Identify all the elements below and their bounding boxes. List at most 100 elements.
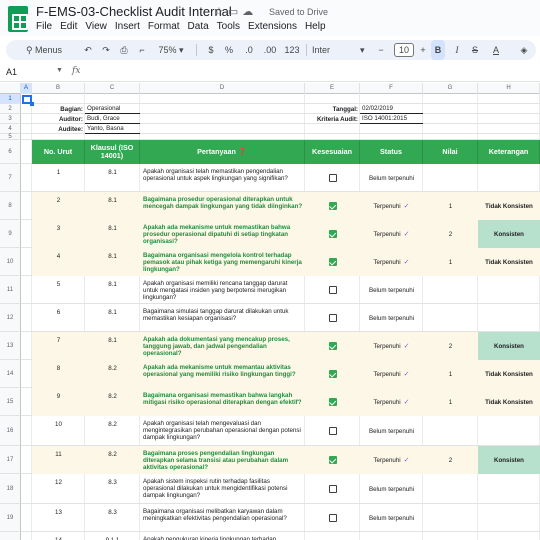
column-header-d[interactable]: D xyxy=(140,83,305,94)
row-klausul[interactable]: 8.2 xyxy=(85,416,140,446)
row-klausul[interactable]: 8.2 xyxy=(85,446,140,474)
header-klausul[interactable]: Klausul (ISO 14001) xyxy=(85,140,140,164)
menu-file[interactable]: File xyxy=(36,21,52,32)
kesesuaian-cell[interactable] xyxy=(305,416,360,446)
nilai-cell[interactable] xyxy=(423,416,478,446)
keterangan-cell[interactable] xyxy=(478,304,540,332)
row-number[interactable]: 9 xyxy=(32,388,85,416)
italic-button[interactable]: I xyxy=(452,40,462,60)
percent-format-button[interactable]: % xyxy=(224,40,234,60)
kesesuaian-cell[interactable] xyxy=(305,474,360,504)
row-klausul[interactable]: 8.1 xyxy=(85,304,140,332)
kesesuaian-cell[interactable] xyxy=(305,276,360,304)
kesesuaian-cell[interactable] xyxy=(305,532,360,540)
status-cell[interactable]: Belum terpenuhi xyxy=(360,164,423,192)
info-value[interactable]: Yanto, Basna xyxy=(85,124,140,134)
row-question[interactable]: Apakah organisasi telah memastikan penge… xyxy=(140,164,305,192)
row-header[interactable]: 3 xyxy=(0,114,21,124)
print-icon[interactable]: ⎙ xyxy=(118,40,130,60)
move-icon[interactable]: ▭ xyxy=(228,6,238,18)
status-cell[interactable]: Belum terpenuhi xyxy=(360,474,423,504)
column-header-b[interactable]: B xyxy=(32,83,85,94)
column-header-e[interactable]: E xyxy=(305,83,360,94)
row-klausul[interactable]: 8.3 xyxy=(85,504,140,532)
nilai-cell[interactable]: 1 xyxy=(423,388,478,416)
info-value[interactable]: ISO 14001:2015 xyxy=(360,114,423,124)
row-header[interactable]: 16 xyxy=(0,416,21,446)
checkbox-checked[interactable] xyxy=(328,342,337,350)
menu-insert[interactable]: Insert xyxy=(115,21,140,32)
info-value[interactable]: 02/02/2019 xyxy=(360,104,423,114)
column-header-a[interactable]: A xyxy=(21,83,32,94)
row-question[interactable]: Apakah ada mekanisme untuk memantau akti… xyxy=(140,360,305,388)
row-question[interactable]: Apakah ada dokumentasi yang mencakup pro… xyxy=(140,332,305,360)
chevron-down-icon[interactable]: ▼ xyxy=(56,67,63,74)
row-number[interactable]: 6 xyxy=(32,304,85,332)
zoom-select[interactable]: 75% ▾ xyxy=(158,40,184,60)
nilai-cell[interactable] xyxy=(423,164,478,192)
menu-view[interactable]: View xyxy=(85,21,107,32)
row-question[interactable]: Bagaimana organisasi melibatkan karyawan… xyxy=(140,504,305,532)
checkbox-unchecked[interactable] xyxy=(328,174,337,182)
keterangan-cell[interactable]: Tidak Konsisten xyxy=(478,248,540,276)
row-question[interactable]: Apakah pengukuran kinerja lingkungan ter… xyxy=(140,532,305,540)
menu-edit[interactable]: Edit xyxy=(60,21,77,32)
status-cell[interactable] xyxy=(360,532,423,540)
keterangan-cell[interactable]: Tidak Konsisten xyxy=(478,388,540,416)
info-label[interactable]: Auditee: xyxy=(32,124,85,134)
info-label[interactable]: Bagian: xyxy=(32,104,85,114)
menu-tools[interactable]: Tools xyxy=(217,21,240,32)
row-number[interactable]: 4 xyxy=(32,248,85,276)
info-label[interactable]: Kriteria Audit: xyxy=(305,114,360,124)
name-box[interactable]: A1 xyxy=(6,67,17,77)
row-header[interactable]: 1 xyxy=(0,94,21,104)
row-number[interactable]: 2 xyxy=(32,192,85,220)
row-question[interactable]: Bagaimana proses pengendalian lingkungan… xyxy=(140,446,305,474)
status-cell[interactable]: Terpenuhi ✓ xyxy=(360,360,423,388)
row-klausul[interactable]: 8.2 xyxy=(85,388,140,416)
keterangan-cell[interactable] xyxy=(478,416,540,446)
header-nilai[interactable]: Nilai xyxy=(423,140,478,164)
nilai-cell[interactable]: 1 xyxy=(423,192,478,220)
row-header[interactable]: 15 xyxy=(0,388,21,416)
font-select[interactable]: Inter ▾ xyxy=(312,40,365,60)
row-number[interactable]: 14 xyxy=(32,532,85,540)
header-pertanyaan[interactable]: Pertanyaan ❓ xyxy=(140,140,305,164)
nilai-cell[interactable] xyxy=(423,504,478,532)
row-klausul[interactable]: 8.1 xyxy=(85,164,140,192)
kesesuaian-cell[interactable] xyxy=(305,304,360,332)
checkbox-checked[interactable] xyxy=(328,370,337,378)
header-kesesuaian[interactable]: Kesesuaian xyxy=(305,140,360,164)
checkbox-checked[interactable] xyxy=(328,258,337,266)
decrease-decimal-button[interactable]: .0 xyxy=(242,40,256,60)
row-question[interactable]: Bagaimana organisasi memastikan bahwa la… xyxy=(140,388,305,416)
cloud-saved-icon[interactable]: ☁ xyxy=(242,6,253,18)
column-header-h[interactable]: H xyxy=(478,83,540,94)
keterangan-cell[interactable] xyxy=(478,504,540,532)
row-number[interactable]: 10 xyxy=(32,416,85,446)
select-all-corner[interactable] xyxy=(0,83,21,94)
star-icon[interactable]: ☆ xyxy=(214,6,224,18)
number-format-button[interactable]: 123 xyxy=(284,40,300,60)
keterangan-cell[interactable]: Konsisten xyxy=(478,220,540,248)
keterangan-cell[interactable] xyxy=(478,474,540,504)
row-question[interactable]: Bagaimana simulasi tanggap darurat dilak… xyxy=(140,304,305,332)
row-klausul[interactable]: 8.1 xyxy=(85,248,140,276)
kesesuaian-cell[interactable] xyxy=(305,220,360,248)
row-header[interactable]: 2 xyxy=(0,104,21,114)
fill-handle[interactable] xyxy=(30,102,34,106)
column-header-g[interactable]: G xyxy=(423,83,478,94)
row-question[interactable]: Bagaimana prosedur operasional diterapka… xyxy=(140,192,305,220)
row-klausul[interactable]: 8.1 xyxy=(85,332,140,360)
fill-color-icon[interactable]: ◈ xyxy=(518,40,530,60)
nilai-cell[interactable] xyxy=(423,532,478,540)
status-cell[interactable]: Belum terpenuhi xyxy=(360,304,423,332)
row-header[interactable]: 12 xyxy=(0,304,21,332)
row-header[interactable]: 19 xyxy=(0,504,21,532)
nilai-cell[interactable]: 2 xyxy=(423,220,478,248)
checkbox-checked[interactable] xyxy=(328,398,337,406)
kesesuaian-cell[interactable] xyxy=(305,504,360,532)
nilai-cell[interactable]: 1 xyxy=(423,248,478,276)
row-header[interactable]: 14 xyxy=(0,360,21,388)
status-cell[interactable]: Terpenuhi ✓ xyxy=(360,192,423,220)
